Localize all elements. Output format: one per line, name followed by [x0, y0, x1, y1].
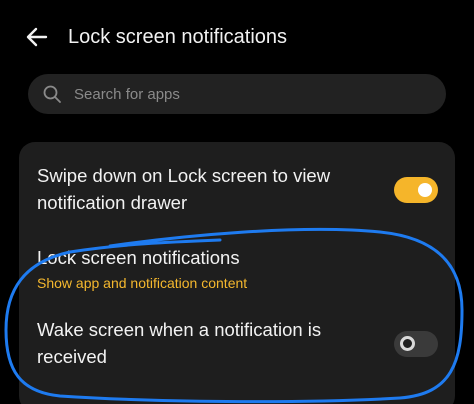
lock-screen-notifications-value: Show app and notification content [37, 275, 248, 291]
toggle-knob [418, 183, 432, 197]
settings-card: Swipe down on Lock screen to view notifi… [19, 142, 455, 404]
wake-screen-setting[interactable]: Wake screen when a notification is recei… [19, 316, 455, 376]
wake-screen-toggle[interactable] [394, 331, 438, 357]
app-bar: Lock screen notifications [0, 0, 474, 72]
search-bar[interactable]: Search for apps [28, 74, 446, 114]
swipe-down-setting-label: Swipe down on Lock screen to view notifi… [37, 165, 331, 213]
search-icon [43, 85, 61, 103]
arrow-left-icon [26, 27, 48, 47]
lock-screen-notifications-screen: Lock screen notifications Search for app… [0, 0, 474, 404]
page-title: Lock screen notifications [68, 26, 288, 48]
wake-screen-setting-label: Wake screen when a notification is recei… [37, 319, 322, 367]
back-button[interactable] [22, 22, 52, 52]
search-placeholder: Search for apps [74, 86, 180, 103]
swipe-down-toggle[interactable] [394, 177, 438, 203]
lock-screen-notifications-setting[interactable]: Lock screen notifications Show app and n… [19, 244, 455, 296]
swipe-down-setting[interactable]: Swipe down on Lock screen to view notifi… [19, 162, 455, 226]
lock-screen-notifications-label: Lock screen notifications [37, 247, 240, 268]
toggle-knob [400, 336, 415, 351]
